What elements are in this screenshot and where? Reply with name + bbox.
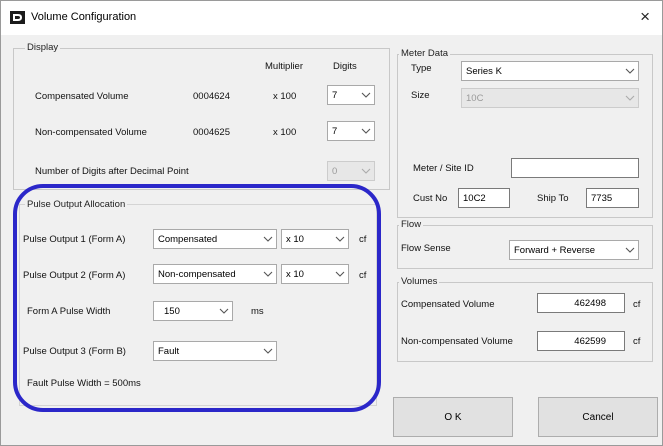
compensated-digits-select[interactable]: 7 <box>327 85 375 105</box>
meter-type-label: Type <box>411 63 432 74</box>
cust-no-label: Cust No <box>413 193 448 204</box>
digits-column-header: Digits <box>333 61 357 72</box>
ship-to-label: Ship To <box>537 193 569 204</box>
volumes-non-compensated-value: 462599 <box>574 336 606 347</box>
flow-sense-label: Flow Sense <box>401 243 451 254</box>
flow-sense-value: Forward + Reverse <box>514 245 596 256</box>
pulse-width-label: Form A Pulse Width <box>27 306 111 317</box>
pulse-output-3-label: Pulse Output 3 (Form B) <box>23 346 126 357</box>
chevron-down-icon <box>263 236 273 242</box>
chevron-down-icon <box>361 168 371 174</box>
volumes-non-compensated-label: Non-compensated Volume <box>401 336 513 347</box>
chevron-down-icon <box>335 236 345 242</box>
pulse-output-2-multiplier-value: x 10 <box>286 269 304 280</box>
compensated-digits-value: 7 <box>332 90 338 101</box>
non-compensated-volume-label: Non-compensated Volume <box>35 127 147 138</box>
pulse-output-3-select[interactable]: Fault <box>153 341 277 361</box>
pulse-output-group-title: Pulse Output Allocation <box>25 199 128 210</box>
volumes-compensated-input[interactable]: 462498 <box>537 293 625 313</box>
pulse-output-3-value: Fault <box>158 346 180 357</box>
cust-no-value: 10C2 <box>463 193 486 204</box>
decimal-digits-label: Number of Digits after Decimal Point <box>35 166 189 177</box>
chevron-down-icon <box>361 128 371 134</box>
meter-data-group-title: Meter Data <box>399 48 450 59</box>
volumes-compensated-value: 462498 <box>574 298 606 309</box>
cust-no-input[interactable]: 10C2 <box>458 188 510 208</box>
meter-size-value: 10C <box>466 93 484 104</box>
meter-size-label: Size <box>411 90 430 101</box>
pulse-output-1-multiplier-value: x 10 <box>286 234 304 245</box>
compensated-volume-value: 0004624 <box>193 91 230 102</box>
non-compensated-digits-value: 7 <box>332 126 338 137</box>
flow-sense-select[interactable]: Forward + Reverse <box>509 240 639 260</box>
chevron-down-icon <box>625 68 635 74</box>
fault-pulse-width-note: Fault Pulse Width = 500ms <box>27 378 141 389</box>
volumes-non-compensated-input[interactable]: 462599 <box>537 331 625 351</box>
ship-to-input[interactable]: 7735 <box>586 188 639 208</box>
title-bar[interactable]: Volume Configuration × <box>1 1 662 35</box>
meter-site-id-label: Meter / Site ID <box>413 163 474 174</box>
multiplier-column-header: Multiplier <box>265 61 304 72</box>
chevron-down-icon <box>263 348 273 354</box>
ok-button[interactable]: O K <box>393 397 513 437</box>
decimal-digits-select[interactable]: 0 <box>327 161 375 181</box>
chevron-down-icon <box>625 95 635 101</box>
non-compensated-volume-value: 0004625 <box>193 127 230 138</box>
meter-type-select[interactable]: Series K <box>461 61 639 81</box>
chevron-down-icon <box>625 247 635 253</box>
volumes-non-compensated-unit: cf <box>633 336 641 347</box>
app-logo-icon <box>10 11 25 24</box>
decimal-digits-value: 0 <box>332 166 338 177</box>
volumes-group-title: Volumes <box>399 276 440 287</box>
window-title: Volume Configuration <box>31 11 137 23</box>
flow-group-title: Flow <box>399 219 424 230</box>
volumes-compensated-label: Compensated Volume <box>401 299 495 310</box>
meter-type-value: Series K <box>466 66 502 77</box>
chevron-down-icon <box>335 271 345 277</box>
pulse-output-2-select[interactable]: Non-compensated <box>153 264 277 284</box>
ship-to-value: 7735 <box>591 193 613 204</box>
meter-site-id-input[interactable] <box>511 158 639 178</box>
cancel-button[interactable]: Cancel <box>538 397 658 437</box>
pulse-output-1-label: Pulse Output 1 (Form A) <box>23 234 126 245</box>
pulse-output-1-unit: cf <box>359 234 367 245</box>
pulse-output-2-value: Non-compensated <box>158 269 236 280</box>
chevron-down-icon <box>263 271 273 277</box>
pulse-width-select[interactable]: 150 <box>153 301 233 321</box>
non-compensated-multiplier: x 100 <box>273 127 297 138</box>
chevron-down-icon <box>219 308 229 314</box>
compensated-volume-label: Compensated Volume <box>35 91 129 102</box>
display-group-title: Display <box>25 42 61 53</box>
close-icon[interactable]: × <box>640 7 650 27</box>
compensated-multiplier: x 100 <box>273 91 297 102</box>
volume-configuration-dialog: Volume Configuration × Display Multiplie… <box>0 0 663 446</box>
pulse-output-1-value: Compensated <box>158 234 218 245</box>
pulse-output-1-select[interactable]: Compensated <box>153 229 277 249</box>
pulse-width-value: 150 <box>164 306 180 317</box>
meter-size-select[interactable]: 10C <box>461 88 639 108</box>
volumes-compensated-unit: cf <box>633 299 641 310</box>
pulse-output-2-unit: cf <box>359 270 367 281</box>
pulse-width-unit: ms <box>251 306 264 317</box>
pulse-output-1-multiplier-select[interactable]: x 10 <box>281 229 349 249</box>
pulse-output-2-multiplier-select[interactable]: x 10 <box>281 264 349 284</box>
non-compensated-digits-select[interactable]: 7 <box>327 121 375 141</box>
chevron-down-icon <box>361 92 371 98</box>
pulse-output-2-label: Pulse Output 2 (Form A) <box>23 270 126 281</box>
